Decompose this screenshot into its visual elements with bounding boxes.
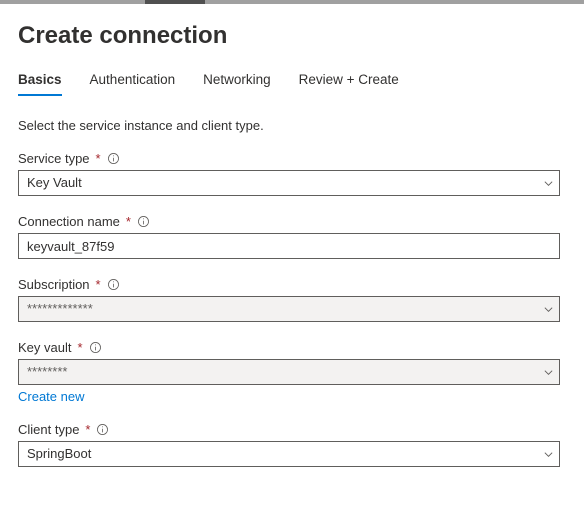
tab-label: Authentication xyxy=(90,72,176,87)
tab-label: Review + Create xyxy=(299,72,399,87)
info-icon[interactable] xyxy=(107,278,120,291)
field-service-type: Service type * Key Vault xyxy=(18,151,560,196)
required-asterisk: * xyxy=(85,422,90,437)
close-button[interactable] xyxy=(532,24,560,52)
label-service-type: Service type xyxy=(18,151,90,166)
client-type-select[interactable]: SpringBoot xyxy=(18,441,560,467)
key-vault-value: ******** xyxy=(18,359,560,385)
tab-basics[interactable]: Basics xyxy=(18,68,62,95)
info-icon[interactable] xyxy=(96,423,109,436)
tab-bar: Basics Authentication Networking Review … xyxy=(18,68,560,96)
create-connection-panel: Create connection Basics Authentication … xyxy=(0,4,584,467)
key-vault-select[interactable]: ******** xyxy=(18,359,560,385)
tab-networking[interactable]: Networking xyxy=(203,68,271,95)
field-subscription: Subscription * ************* xyxy=(18,277,560,322)
label-client-type: Client type xyxy=(18,422,79,437)
info-icon[interactable] xyxy=(107,152,120,165)
tab-label: Networking xyxy=(203,72,271,87)
service-type-value: Key Vault xyxy=(18,170,560,196)
instruction-text: Select the service instance and client t… xyxy=(18,118,560,133)
label-subscription: Subscription xyxy=(18,277,90,292)
info-icon[interactable] xyxy=(89,341,102,354)
required-asterisk: * xyxy=(77,340,82,355)
required-asterisk: * xyxy=(96,277,101,292)
required-asterisk: * xyxy=(126,214,131,229)
service-type-select[interactable]: Key Vault xyxy=(18,170,560,196)
required-asterisk: * xyxy=(96,151,101,166)
connection-name-input[interactable] xyxy=(18,233,560,259)
subscription-value: ************* xyxy=(18,296,560,322)
panel-title: Create connection xyxy=(18,22,227,50)
subscription-select[interactable]: ************* xyxy=(18,296,560,322)
client-type-value: SpringBoot xyxy=(18,441,560,467)
field-client-type: Client type * SpringBoot xyxy=(18,422,560,467)
field-connection-name: Connection name * xyxy=(18,214,560,259)
label-connection-name: Connection name xyxy=(18,214,120,229)
tab-authentication[interactable]: Authentication xyxy=(90,68,176,95)
tab-review-create[interactable]: Review + Create xyxy=(299,68,399,95)
tab-label: Basics xyxy=(18,72,62,87)
info-icon[interactable] xyxy=(137,215,150,228)
field-key-vault: Key vault * ******** Create new xyxy=(18,340,560,404)
create-new-link[interactable]: Create new xyxy=(18,389,84,404)
label-key-vault: Key vault xyxy=(18,340,71,355)
